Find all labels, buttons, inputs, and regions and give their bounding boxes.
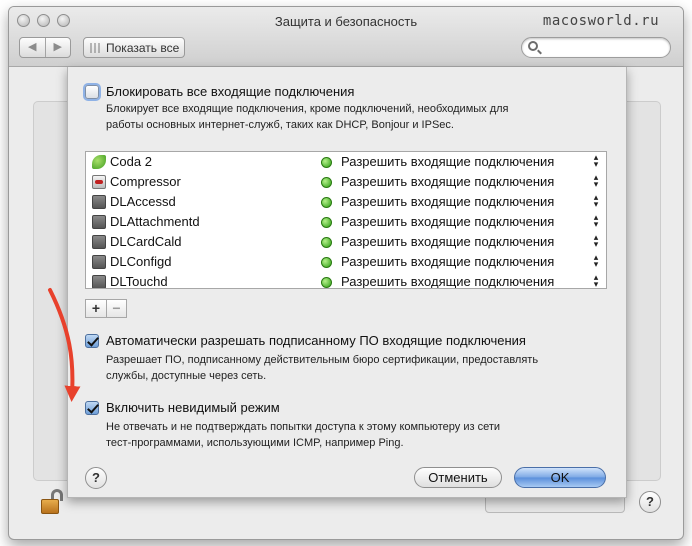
status-popup[interactable]: Разрешить входящие подключения	[341, 154, 554, 169]
block-all-checkbox[interactable]	[85, 85, 99, 99]
status-popup[interactable]: Разрешить входящие подключения	[341, 274, 554, 288]
status-popup[interactable]: Разрешить входящие подключения	[341, 254, 554, 269]
popup-stepper-icon[interactable]: ▴ ▾	[591, 233, 601, 249]
auto-allow-description: Разрешает ПО, подписанному действительны…	[106, 352, 538, 384]
stealth-description-line2: тест-программами, использующими ICMP, на…	[106, 437, 404, 449]
app-name: DLAccessd	[110, 194, 176, 209]
list-item[interactable]: DLConfigd Разрешить входящие подключения…	[86, 252, 606, 272]
add-app-button[interactable]: +	[86, 300, 106, 317]
app-name: Coda 2	[110, 154, 152, 169]
search-input[interactable]	[521, 37, 671, 58]
status-popup[interactable]: Разрешить входящие подключения	[341, 194, 554, 209]
stealth-row[interactable]: Включить невидимый режим	[85, 400, 280, 415]
status-dot-icon	[321, 277, 332, 288]
lock-icon[interactable]	[41, 489, 63, 515]
status-popup[interactable]: Разрешить входящие подключения	[341, 214, 554, 229]
stealth-description-line1: Не отвечать и не подтверждать попытки до…	[106, 421, 501, 433]
generic-app-icon	[92, 275, 106, 288]
auto-allow-label: Автоматически разрешать подписанному ПО …	[106, 333, 526, 348]
generic-app-icon	[92, 235, 106, 249]
status-dot-icon	[321, 237, 332, 248]
status-dot-icon	[321, 257, 332, 268]
block-all-row[interactable]: Блокировать все входящие подключения	[85, 84, 354, 99]
popup-stepper-icon[interactable]: ▴ ▾	[591, 273, 601, 289]
firewall-options-sheet: Блокировать все входящие подключения Бло…	[67, 67, 627, 498]
background-help-button[interactable]: ?	[639, 491, 661, 513]
popup-stepper-icon[interactable]: ▴ ▾	[591, 213, 601, 229]
auto-allow-row[interactable]: Автоматически разрешать подписанному ПО …	[85, 333, 526, 348]
status-dot-icon	[321, 197, 332, 208]
add-remove-control: + −	[85, 299, 127, 318]
stealth-label: Включить невидимый режим	[106, 400, 280, 415]
stealth-checkbox[interactable]	[85, 401, 99, 415]
show-all-button[interactable]: Показать все	[83, 37, 185, 58]
list-item[interactable]: DLCardCald Разрешить входящие подключени…	[86, 232, 606, 252]
list-item[interactable]: Coda 2 Разрешить входящие подключения ▴ ▾	[86, 152, 606, 172]
help-button[interactable]: ?	[85, 467, 107, 489]
status-popup[interactable]: Разрешить входящие подключения	[341, 174, 554, 189]
status-dot-icon	[321, 217, 332, 228]
auto-allow-checkbox[interactable]	[85, 334, 99, 348]
popup-stepper-icon[interactable]: ▴ ▾	[591, 193, 601, 209]
title-bar: Защита и безопасность macosworld.ru ◀ ▶ …	[9, 7, 683, 67]
back-forward-control[interactable]: ◀ ▶	[19, 37, 71, 58]
watermark: macosworld.ru	[542, 13, 659, 29]
list-item[interactable]: DLAccessd Разрешить входящие подключения…	[86, 192, 606, 212]
generic-app-icon	[92, 255, 106, 269]
grid-icon	[90, 42, 100, 53]
list-item[interactable]: Compressor Разрешить входящие подключени…	[86, 172, 606, 192]
auto-allow-description-line1: Разрешает ПО, подписанному действительны…	[106, 354, 539, 366]
list-item[interactable]: DLTouchd Разрешить входящие подключения …	[86, 272, 606, 289]
generic-app-icon	[92, 195, 106, 209]
back-arrow-icon[interactable]: ◀	[20, 38, 45, 57]
popup-stepper-icon[interactable]: ▴ ▾	[591, 153, 601, 169]
app-name: DLAttachmentd	[110, 214, 200, 229]
app-name: DLTouchd	[110, 274, 168, 289]
block-all-description-line2: работы основных интернет-служб, таких ка…	[106, 119, 454, 131]
app-name: DLConfigd	[110, 254, 172, 269]
status-popup[interactable]: Разрешить входящие подключения	[341, 234, 554, 249]
popup-stepper-icon[interactable]: ▴ ▾	[591, 253, 601, 269]
block-all-description: Блокирует все входящие подключения, кром…	[106, 101, 509, 133]
cancel-button[interactable]: Отменить	[414, 467, 502, 488]
status-dot-icon	[321, 177, 332, 188]
list-item[interactable]: DLAttachmentd Разрешить входящие подключ…	[86, 212, 606, 232]
show-all-label: Показать все	[106, 40, 180, 55]
block-all-description-line1: Блокирует все входящие подключения, кром…	[106, 103, 509, 115]
compressor-icon	[92, 175, 106, 189]
app-name: DLCardCald	[110, 234, 182, 249]
ok-button[interactable]: OK	[514, 467, 606, 488]
coda-icon	[92, 155, 106, 169]
status-dot-icon	[321, 157, 332, 168]
search-icon	[528, 41, 538, 51]
block-all-label: Блокировать все входящие подключения	[106, 84, 355, 99]
generic-app-icon	[92, 215, 106, 229]
auto-allow-description-line2: службы, доступные через сеть.	[106, 370, 267, 382]
stealth-description: Не отвечать и не подтверждать попытки до…	[106, 419, 500, 451]
forward-arrow-icon[interactable]: ▶	[44, 38, 71, 57]
app-name: Compressor	[110, 174, 181, 189]
remove-app-button[interactable]: −	[106, 300, 126, 317]
popup-stepper-icon[interactable]: ▴ ▾	[591, 173, 601, 189]
app-list[interactable]: Coda 2 Разрешить входящие подключения ▴ ▾…	[85, 151, 607, 289]
